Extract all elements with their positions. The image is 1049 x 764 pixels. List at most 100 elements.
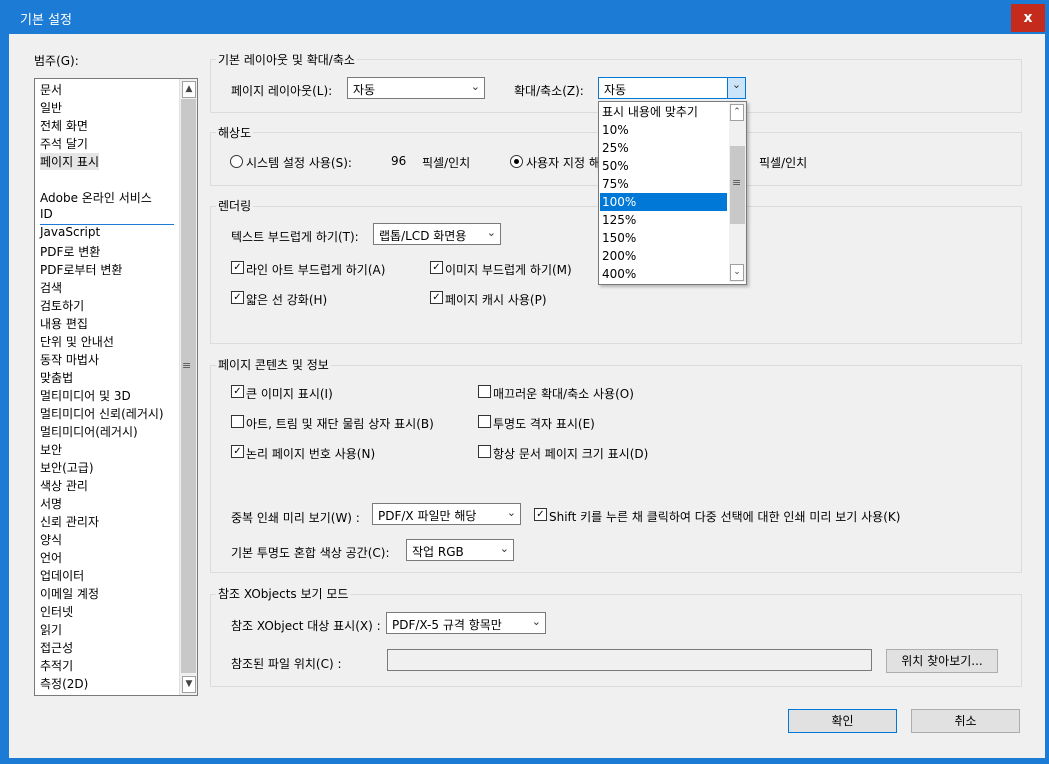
blend-space-select[interactable]: 작업 RGB ⌄ (406, 539, 514, 561)
category-item[interactable]: 언어 (40, 549, 62, 566)
category-item[interactable]: 전체 화면 (40, 117, 88, 134)
smooth-line-art-checkbox[interactable]: ✓ (231, 261, 244, 274)
page-layout-label: 페이지 레이아웃(L): (231, 84, 333, 98)
custom-setting-radio[interactable] (510, 155, 523, 168)
zoom-option[interactable]: 75% (600, 175, 727, 193)
category-item[interactable]: 읽기 (40, 621, 62, 638)
category-item[interactable]: 검토하기 (40, 297, 84, 314)
window-title: 기본 설정 (20, 13, 72, 28)
category-item[interactable]: 일반 (40, 99, 62, 116)
category-item[interactable]: PDF로부터 변환 (40, 261, 122, 278)
category-item[interactable]: 보안(고급) (40, 459, 94, 476)
zoom-option[interactable]: 400% (600, 265, 727, 283)
page-layout-select[interactable]: 자동 ⌄ (347, 77, 485, 99)
window-frame-bottom (0, 758, 1049, 764)
category-item[interactable]: PDF로 변환 (40, 243, 100, 260)
enhance-thin-lines-label: 얇은 선 강화(H) (246, 293, 328, 307)
category-list[interactable]: 문서 일반 전체 화면 주석 달기 페이지 표시 Adobe 온라인 서비스 ID Java… (34, 78, 198, 696)
logical-page-label: 논리 페이지 번호 사용(N) (246, 447, 376, 461)
zoom-option[interactable]: 10% (600, 121, 727, 139)
smooth-images-checkbox[interactable]: ✓ (430, 261, 443, 274)
grip-icon: ≡ (732, 176, 742, 189)
category-scrollbar[interactable]: ▲ ≡ ▼ (179, 79, 197, 695)
enhance-thin-lines-checkbox[interactable]: ✓ (231, 291, 244, 304)
page-cache-checkbox[interactable]: ✓ (430, 291, 443, 304)
cancel-button[interactable]: 취소 (911, 709, 1020, 733)
category-item[interactable]: 주석 달기 (40, 135, 88, 152)
preferences-dialog: 기본 설정 x 범주(G): 문서 일반 전체 화면 주석 달기 페이지 표시 Adob… (0, 0, 1049, 764)
category-item[interactable]: 멀티미디어(레거시) (40, 423, 138, 440)
logical-page-checkbox[interactable]: ✓ (231, 445, 244, 458)
close-button[interactable]: x (1011, 4, 1045, 32)
category-item[interactable]: JavaScript (40, 225, 100, 239)
smooth-text-select[interactable]: 랩톱/LCD 화면용 ⌄ (373, 223, 501, 245)
category-item[interactable]: 내용 편집 (40, 315, 88, 332)
category-item[interactable]: 보안 (40, 441, 62, 458)
xobjects-group (210, 594, 1022, 687)
zoom-option[interactable]: 표시 내용에 맞추기 (600, 103, 727, 121)
category-item[interactable]: 문서 (40, 81, 62, 98)
zoom-dropdown-list[interactable]: 표시 내용에 맞추기 10% 25% 50% 75% 100% 125% 150% 200% 40… (598, 101, 747, 285)
category-item[interactable]: 검색 (40, 279, 62, 296)
zoom-option[interactable]: 150% (600, 229, 727, 247)
always-doc-size-checkbox[interactable] (478, 445, 491, 458)
grip-icon: ≡ (182, 359, 192, 372)
title-bar[interactable]: 기본 설정 x (0, 0, 1049, 34)
category-item[interactable]: 색상 관리 (40, 477, 88, 494)
scroll-up-icon[interactable]: ⌃ (730, 104, 744, 121)
chevron-down-icon[interactable]: ⌄ (727, 78, 745, 98)
zoom-option[interactable]: 200% (600, 247, 727, 265)
page-cache-label: 페이지 캐시 사용(P) (445, 293, 547, 307)
layout-group-title: 기본 레이아웃 및 확대/축소 (216, 51, 357, 68)
category-item[interactable]: 맞춤법 (40, 369, 73, 386)
xobject-show-select[interactable]: PDF/X-5 규격 항목만 ⌄ (386, 612, 546, 634)
category-label: 범주(G): (34, 54, 79, 68)
zoom-label: 확대/축소(Z): (514, 84, 584, 98)
large-images-checkbox[interactable]: ✓ (231, 385, 244, 398)
category-item[interactable]: 단위 및 안내선 (40, 333, 114, 350)
ok-button[interactable]: 확인 (788, 709, 897, 733)
system-setting-radio[interactable] (230, 155, 243, 168)
transparency-grid-label: 투명도 격자 표시(E) (493, 417, 595, 431)
chevron-down-icon: ⌄ (499, 542, 509, 555)
art-trim-checkbox[interactable] (231, 415, 244, 428)
category-item[interactable]: 페이지 표시 (40, 153, 100, 170)
shift-click-checkbox[interactable]: ✓ (534, 508, 547, 521)
category-item[interactable]: 신뢰 관리자 (40, 513, 99, 530)
transparency-grid-checkbox[interactable] (478, 415, 491, 428)
category-item[interactable]: 멀티미디어 신뢰(레거시) (40, 405, 164, 422)
rendering-group-title: 렌더링 (216, 197, 254, 214)
xobjects-group-title: 참조 XObjects 보기 모드 (216, 585, 351, 602)
category-item[interactable]: 추적기 (40, 657, 73, 674)
custom-dpi-unit: 픽셀/인치 (759, 156, 808, 170)
zoom-option[interactable]: 50% (600, 157, 727, 175)
category-item[interactable]: 측정(2D) (40, 675, 88, 692)
scroll-thumb[interactable] (181, 99, 196, 673)
zoom-option[interactable]: 125% (600, 211, 727, 229)
shift-click-label: Shift 키를 누른 채 클릭하여 다중 선택에 대한 인쇄 미리 보기 사용… (549, 510, 901, 524)
smooth-zoom-checkbox[interactable] (478, 385, 491, 398)
zoom-option[interactable]: 25% (600, 139, 727, 157)
system-dpi-unit: 픽셀/인치 (422, 156, 471, 170)
zoom-dropdown-scrollbar[interactable]: ⌃ ≡ ⌄ (729, 102, 746, 282)
category-item[interactable]: 인터넷 (40, 603, 73, 620)
scroll-down-icon[interactable]: ⌄ (730, 264, 744, 281)
zoom-select[interactable]: 자동 ⌄ (598, 77, 746, 99)
file-location-field[interactable] (387, 649, 872, 671)
overprint-label: 중복 인쇄 미리 보기(W) : (231, 511, 360, 525)
category-item[interactable]: 이메일 계정 (40, 585, 99, 602)
scroll-down-icon[interactable]: ▼ (182, 676, 196, 693)
scroll-up-icon[interactable]: ▲ (182, 81, 196, 98)
browse-location-button[interactable]: 위치 찾아보기... (886, 649, 998, 673)
category-item[interactable]: 동작 마법사 (40, 351, 99, 368)
category-item[interactable]: 멀티미디어 및 3D (40, 387, 131, 404)
category-item[interactable]: ID (40, 207, 53, 221)
zoom-option[interactable]: 100% (600, 193, 727, 211)
category-item[interactable]: Adobe 온라인 서비스 (40, 189, 152, 206)
category-item[interactable]: 업데이터 (40, 567, 84, 584)
category-item[interactable]: 양식 (40, 531, 62, 548)
overprint-select[interactable]: PDF/X 파일만 해당 ⌄ (372, 503, 521, 525)
category-item[interactable]: 접근성 (40, 639, 73, 656)
category-item[interactable]: 서명 (40, 495, 62, 512)
smooth-zoom-label: 매끄러운 확대/축소 사용(O) (493, 387, 634, 401)
